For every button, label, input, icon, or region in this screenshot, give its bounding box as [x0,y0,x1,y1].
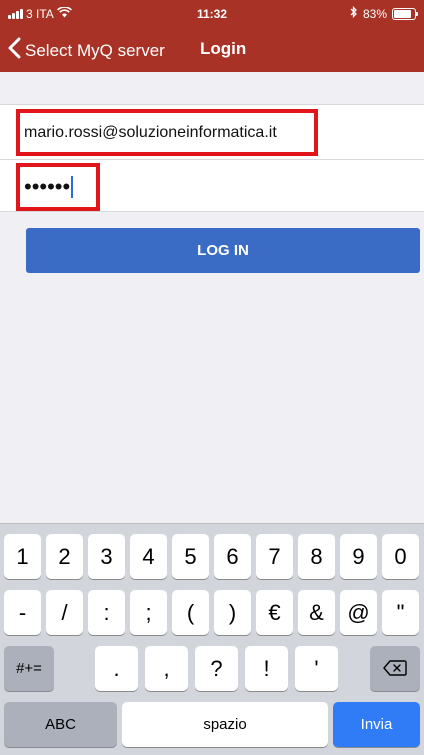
key-return[interactable]: Invia [333,702,420,747]
key-7[interactable]: 7 [256,534,293,579]
key-at[interactable]: @ [340,590,377,635]
key-period[interactable]: . [95,646,138,691]
key-0[interactable]: 0 [382,534,419,579]
key-hyphen[interactable]: - [4,590,41,635]
app-screen: 3 ITA 11:32 83% Select MyQ server Login … [0,0,424,755]
key-comma[interactable]: , [145,646,188,691]
key-more-symbols[interactable]: #+= [4,646,54,691]
password-mask: •••••• [24,174,71,199]
key-colon[interactable]: : [88,590,125,635]
key-exclamation[interactable]: ! [245,646,288,691]
key-2[interactable]: 2 [46,534,83,579]
battery-percent: 83% [362,6,387,21]
back-label: Select MyQ server [25,40,165,60]
key-4[interactable]: 4 [130,534,167,579]
password-field[interactable]: •••••• [16,163,100,211]
back-button[interactable]: Select MyQ server [8,37,165,64]
key-quote[interactable]: " [382,590,419,635]
key-apostrophe[interactable]: ' [295,646,338,691]
backspace-key[interactable] [370,646,420,691]
key-slash[interactable]: / [46,590,83,635]
keyboard: 1 2 3 4 5 6 7 8 9 0 - / : ; ( ) € & @ " … [0,523,424,755]
key-abc[interactable]: ABC [4,702,117,747]
bluetooth-icon [350,5,358,21]
nav-bar: Select MyQ server Login [0,28,424,72]
key-ampersand[interactable]: & [298,590,335,635]
login-button[interactable]: LOG IN [26,228,420,273]
key-close-paren[interactable]: ) [214,590,251,635]
backspace-icon [383,656,407,682]
login-form: •••••• [0,104,424,212]
key-semicolon[interactable]: ; [130,590,167,635]
key-6[interactable]: 6 [214,534,251,579]
header: 3 ITA 11:32 83% Select MyQ server Login [0,0,424,72]
text-cursor [71,176,74,198]
email-field-highlight [16,109,318,156]
chevron-left-icon [8,37,21,64]
key-euro[interactable]: € [256,590,293,635]
status-right: 83% [350,5,418,21]
page-title: Login [200,39,247,58]
field-divider [0,159,424,160]
key-5[interactable]: 5 [172,534,209,579]
key-1[interactable]: 1 [4,534,41,579]
login-button-label: LOG IN [197,242,249,259]
key-question[interactable]: ? [195,646,238,691]
key-3[interactable]: 3 [88,534,125,579]
key-open-paren[interactable]: ( [172,590,209,635]
key-8[interactable]: 8 [298,534,335,579]
email-field[interactable] [20,123,314,142]
status-bar: 3 ITA 11:32 83% [0,0,424,28]
key-space[interactable]: spazio [122,702,328,747]
battery-icon [392,7,418,20]
key-9[interactable]: 9 [340,534,377,579]
